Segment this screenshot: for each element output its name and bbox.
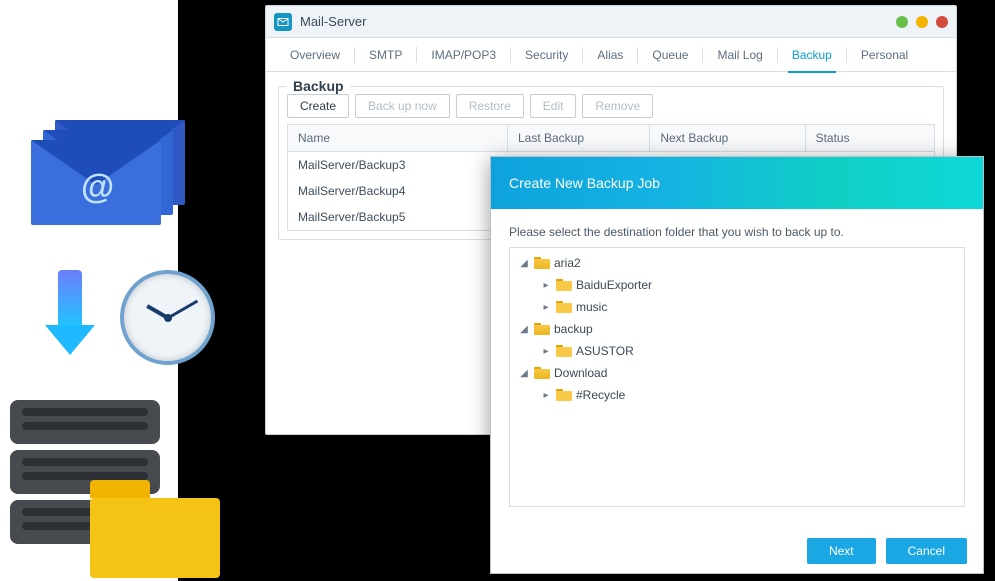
col-name[interactable]: Name [288,125,508,152]
tree-node-label: ASUSTOR [576,344,634,358]
section-title: Backup [287,78,350,94]
titlebar[interactable]: Mail-Server [266,6,956,38]
chevron-right-icon[interactable]: ▸ [540,345,552,357]
mail-stack-icon: @ [25,120,190,230]
col-status[interactable]: Status [805,125,934,152]
tree-node-label: BaiduExporter [576,278,652,292]
tree-node-label: aria2 [554,256,581,270]
folder-tree[interactable]: ◢aria2▸BaiduExporter▸music◢backup▸ASUSTO… [509,247,965,507]
tree-node[interactable]: ▸ BaiduExporter [510,274,964,296]
tab-personal[interactable]: Personal [847,38,922,72]
chevron-down-icon[interactable]: ◢ [518,323,530,335]
tree-node-label: Download [554,366,607,380]
edit-button[interactable]: Edit [530,94,577,118]
window-title: Mail-Server [300,14,366,29]
tree-node[interactable]: ▸ #Recycle [510,384,964,406]
modal-instruction: Please select the destination folder tha… [509,225,965,239]
remove-button[interactable]: Remove [582,94,653,118]
tree-node-label: #Recycle [576,388,625,402]
chevron-down-icon[interactable]: ◢ [518,257,530,269]
chevron-right-icon[interactable]: ▸ [540,389,552,401]
tree-node[interactable]: ▸ ASUSTOR [510,340,964,362]
folder-icon [534,367,550,379]
chevron-right-icon[interactable]: ▸ [540,301,552,313]
tab-backup[interactable]: Backup [778,38,846,72]
tabs: OverviewSMTPIMAP/POP3SecurityAliasQueueM… [266,38,956,72]
cell-name: MailServer/Backup4 [288,178,508,204]
backup-now-button[interactable]: Back up now [355,94,450,118]
tree-node-label: music [576,300,607,314]
toolbar: Create Back up now Restore Edit Remove [287,94,935,118]
col-next-backup[interactable]: Next Backup [650,125,805,152]
folder-icon [534,257,550,269]
tab-smtp[interactable]: SMTP [355,38,416,72]
arrow-down-icon [45,270,95,360]
next-button[interactable]: Next [807,538,876,564]
tree-node-label: backup [554,322,593,336]
folder-large-icon [90,480,220,580]
window-minimize-button[interactable] [896,16,908,28]
cancel-button[interactable]: Cancel [886,538,967,564]
tab-queue[interactable]: Queue [638,38,702,72]
tree-node[interactable]: ◢ aria2 [510,252,964,274]
app-icon [274,13,292,31]
chevron-down-icon[interactable]: ◢ [518,367,530,379]
folder-icon [556,389,572,401]
window-maximize-button[interactable] [916,16,928,28]
tree-node[interactable]: ◢ Download [510,362,964,384]
folder-icon [556,301,572,313]
tab-alias[interactable]: Alias [583,38,637,72]
cell-name: MailServer/Backup5 [288,204,508,231]
tab-security[interactable]: Security [511,38,582,72]
cell-name: MailServer/Backup3 [288,152,508,179]
tab-imap-pop3[interactable]: IMAP/POP3 [417,38,510,72]
restore-button[interactable]: Restore [456,94,524,118]
col-last-backup[interactable]: Last Backup [507,125,649,152]
tree-node[interactable]: ◢ backup [510,318,964,340]
tab-overview[interactable]: Overview [276,38,354,72]
folder-icon [556,345,572,357]
create-backup-modal: Create New Backup Job Please select the … [490,156,984,574]
side-illustrations: @ [0,120,230,580]
chevron-right-icon[interactable]: ▸ [540,279,552,291]
modal-title: Create New Backup Job [491,157,983,209]
window-close-button[interactable] [936,16,948,28]
tree-node[interactable]: ▸ music [510,296,964,318]
create-button[interactable]: Create [287,94,349,118]
tab-mail-log[interactable]: Mail Log [703,38,776,72]
folder-icon [556,279,572,291]
folder-icon [534,323,550,335]
clock-icon [120,270,215,365]
